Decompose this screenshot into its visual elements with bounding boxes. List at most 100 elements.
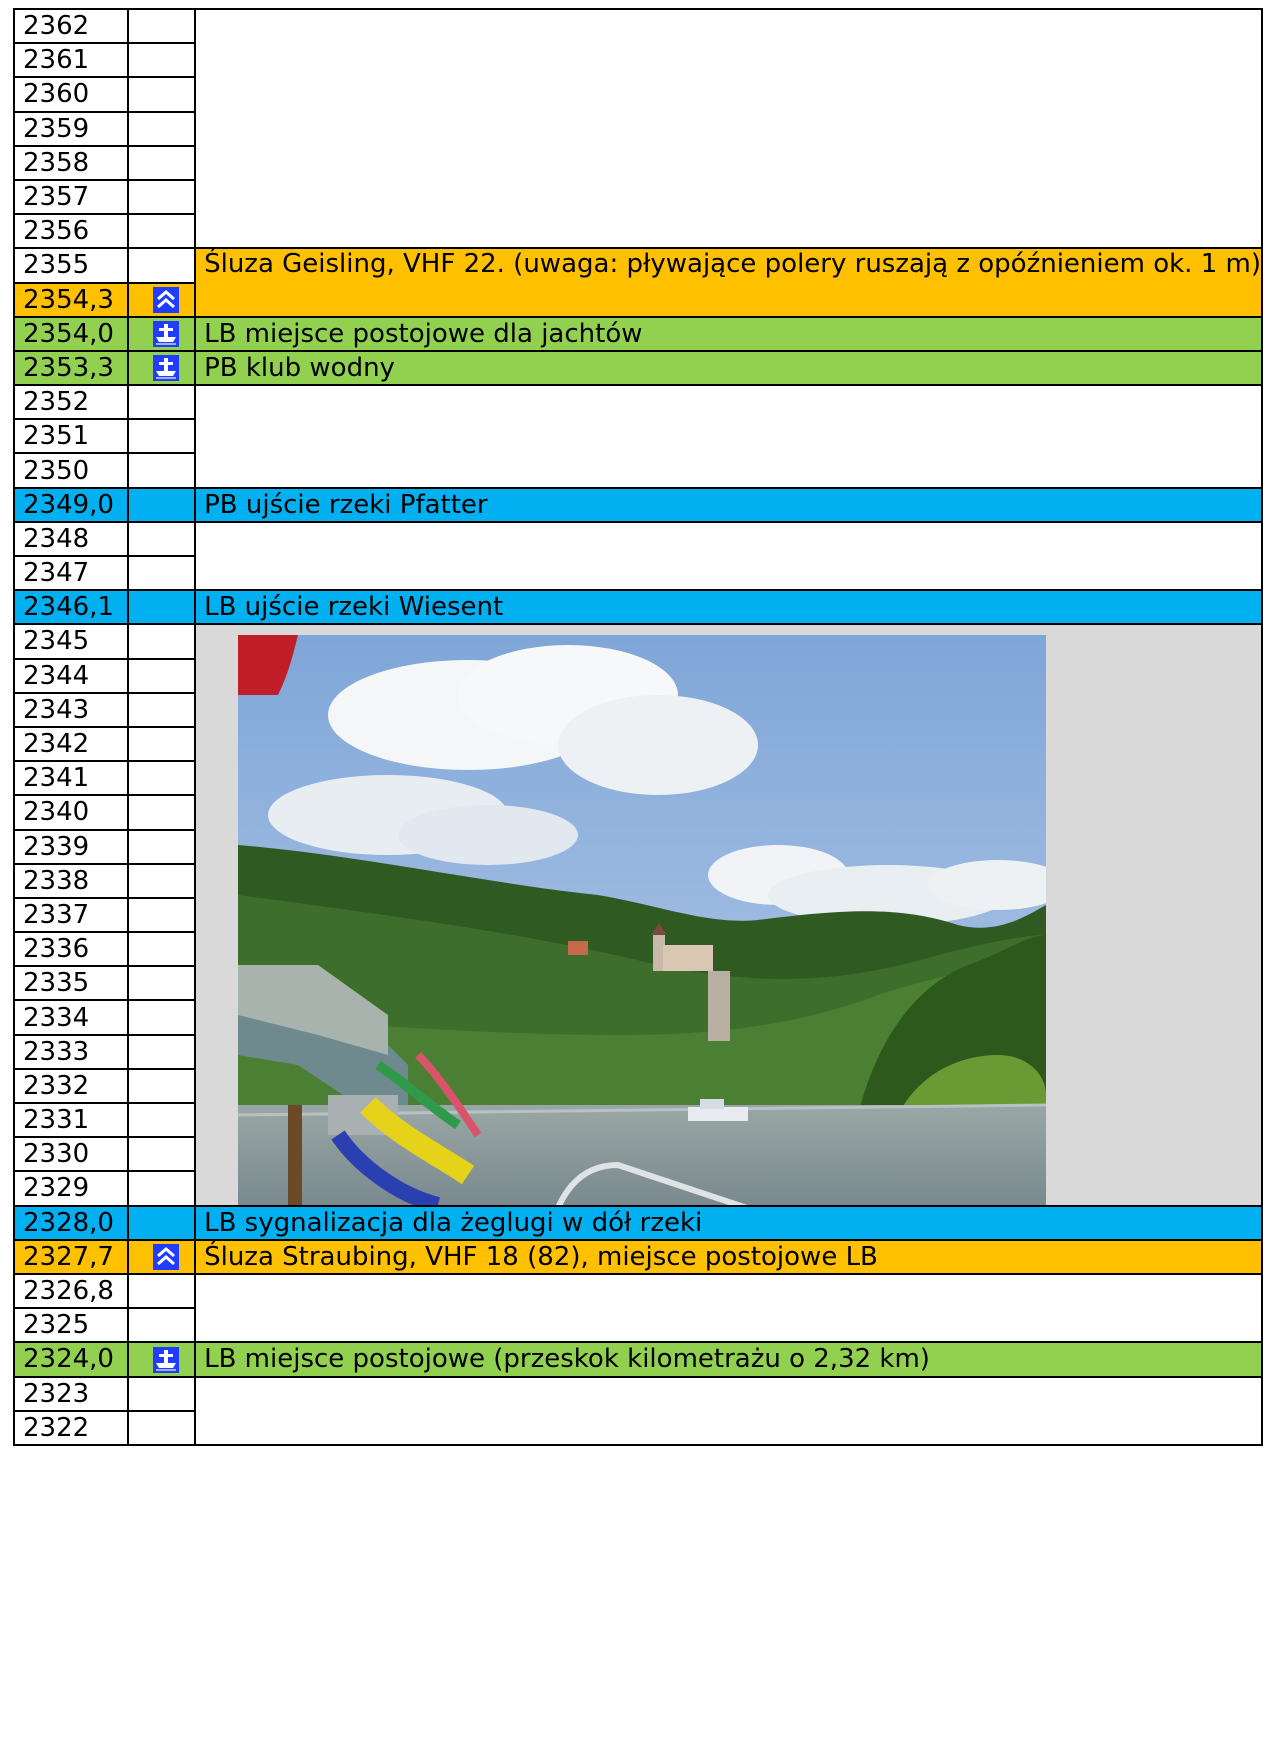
table-row: 2327,7 Śluza Straubing, VHF 18 (82), miej… bbox=[12, 1238, 1263, 1275]
note-cell bbox=[194, 77, 1263, 112]
icon-cell bbox=[127, 1136, 197, 1173]
km-cell: 2358 bbox=[12, 144, 130, 181]
table-row: 2360 bbox=[12, 76, 1263, 113]
km-cell: 2362 bbox=[12, 7, 130, 45]
icon-cell bbox=[127, 1375, 197, 1412]
note-cell: LB ujście rzeki Wiesent bbox=[194, 589, 1263, 626]
km-cell: 2336 bbox=[12, 931, 130, 968]
icon-cell bbox=[127, 657, 197, 694]
km-cell: 2347 bbox=[12, 554, 130, 592]
km-cell: 2356 bbox=[12, 213, 130, 250]
table-row: 2325 bbox=[12, 1307, 1263, 1344]
icon-cell bbox=[127, 418, 197, 455]
note-cell bbox=[194, 179, 1263, 215]
icon-cell bbox=[127, 965, 197, 1002]
table-row: 2358 bbox=[12, 144, 1263, 181]
icon-cell bbox=[127, 691, 197, 728]
note-cell: LB miejsce postojowe dla jachtów bbox=[194, 315, 1263, 352]
note-cell bbox=[194, 1273, 1263, 1309]
km-cell: 2325 bbox=[12, 1307, 130, 1344]
lock-icon bbox=[152, 1244, 179, 1271]
icon-cell bbox=[127, 1204, 197, 1241]
icon-cell bbox=[127, 520, 197, 558]
note-cell: PB ujście rzeki Pfatter bbox=[194, 486, 1263, 523]
table-row: 2352 bbox=[12, 384, 1263, 421]
icon-cell bbox=[127, 1307, 197, 1344]
icon-cell bbox=[127, 384, 197, 421]
note-cell: Śluza Straubing, VHF 18 (82), miejsce po… bbox=[194, 1238, 1263, 1275]
table-row: 2356 bbox=[12, 213, 1263, 250]
table-row: 2346,1 LB ujście rzeki Wiesent bbox=[12, 589, 1263, 626]
note-cell bbox=[194, 419, 1263, 454]
km-cell: 2331 bbox=[12, 1101, 130, 1139]
note-cell bbox=[194, 111, 1263, 146]
table-row: 2326,8 bbox=[12, 1272, 1263, 1310]
km-cell: 2337 bbox=[12, 896, 130, 934]
photo-cell bbox=[194, 624, 1263, 1206]
lock-icon bbox=[152, 287, 179, 314]
mooring-icon bbox=[152, 321, 179, 348]
note-cell: LB miejsce postojowe (przeskok kilometra… bbox=[194, 1341, 1263, 1378]
km-cell: 2360 bbox=[12, 76, 130, 113]
icon-cell bbox=[127, 999, 197, 1036]
icon-cell bbox=[127, 862, 197, 899]
km-cell: 2351 bbox=[12, 418, 130, 455]
km-cell: 2343 bbox=[12, 691, 130, 728]
note-cell bbox=[194, 7, 1263, 44]
icon-cell bbox=[127, 1409, 197, 1446]
icon-cell bbox=[127, 760, 197, 797]
icon-cell bbox=[127, 110, 197, 147]
km-cell: 2332 bbox=[12, 1067, 130, 1105]
note-cell: LB sygnalizacja dla żeglugi w dół rzeki bbox=[194, 1204, 1263, 1241]
table-row: 2324,0 LB miejsce postojowe (przeskok kil… bbox=[12, 1341, 1263, 1378]
table-row: 2351 bbox=[12, 418, 1263, 455]
km-cell: 2353,3 bbox=[12, 349, 130, 387]
icon-cell bbox=[127, 247, 197, 284]
icon-cell bbox=[127, 42, 197, 79]
icon-cell bbox=[127, 1170, 197, 1207]
table-row: 2322 bbox=[12, 1409, 1263, 1446]
icon-cell bbox=[127, 1101, 197, 1139]
km-cell: 2328,0 bbox=[12, 1204, 130, 1241]
km-cell: 2327,7 bbox=[12, 1238, 130, 1275]
km-cell: 2322 bbox=[12, 1409, 130, 1446]
note-cell bbox=[194, 556, 1263, 591]
note-cell bbox=[194, 1308, 1263, 1343]
icon-cell bbox=[127, 281, 197, 318]
table-row: 2354,0 LB miejsce postojowe dla jachtów bbox=[12, 315, 1263, 352]
km-cell: 2352 bbox=[12, 384, 130, 421]
table-row: 2345 bbox=[12, 623, 1263, 1206]
table-row: 2328,0 LB sygnalizacja dla żeglugi w dół … bbox=[12, 1204, 1263, 1241]
icon-cell bbox=[127, 349, 197, 387]
km-cell: 2330 bbox=[12, 1136, 130, 1173]
icon-cell bbox=[127, 623, 197, 660]
km-cell: 2324,0 bbox=[12, 1341, 130, 1378]
icon-cell bbox=[127, 828, 197, 865]
table-row: 2355 Śluza Geisling, VHF 22. (uwaga: pływ… bbox=[12, 247, 1263, 318]
icon-cell bbox=[127, 896, 197, 934]
km-cell: 2338 bbox=[12, 862, 130, 899]
note-cell bbox=[194, 385, 1263, 420]
km-cell: 2345 bbox=[12, 623, 130, 660]
km-cell: 2346,1 bbox=[12, 589, 130, 626]
note-cell: PB klub wodny bbox=[194, 349, 1263, 387]
icon-cell bbox=[127, 213, 197, 250]
icon-cell bbox=[127, 794, 197, 831]
km-cell: 2348 bbox=[12, 520, 130, 558]
km-cell: 2335 bbox=[12, 965, 130, 1002]
icon-cell bbox=[127, 315, 197, 352]
km-cell: 2342 bbox=[12, 725, 130, 763]
table-row: 2362 bbox=[12, 7, 1263, 45]
table-row: 2347 bbox=[12, 554, 1263, 592]
km-cell: 2329 bbox=[12, 1170, 130, 1207]
kilometer-table: 2362 2361 2360 2359 2358 2357 2356 2355 Śluza Ge… bbox=[12, 7, 1263, 1446]
table-row: 2359 bbox=[12, 110, 1263, 147]
note-cell bbox=[194, 453, 1263, 488]
icon-cell bbox=[127, 1238, 197, 1275]
km-cell: 2357 bbox=[12, 178, 130, 216]
note-cell bbox=[194, 214, 1263, 249]
km-cell: 2326,8 bbox=[12, 1272, 130, 1310]
note-cell bbox=[194, 43, 1263, 78]
icon-cell bbox=[127, 931, 197, 968]
km-cell: 2355 bbox=[12, 247, 130, 284]
